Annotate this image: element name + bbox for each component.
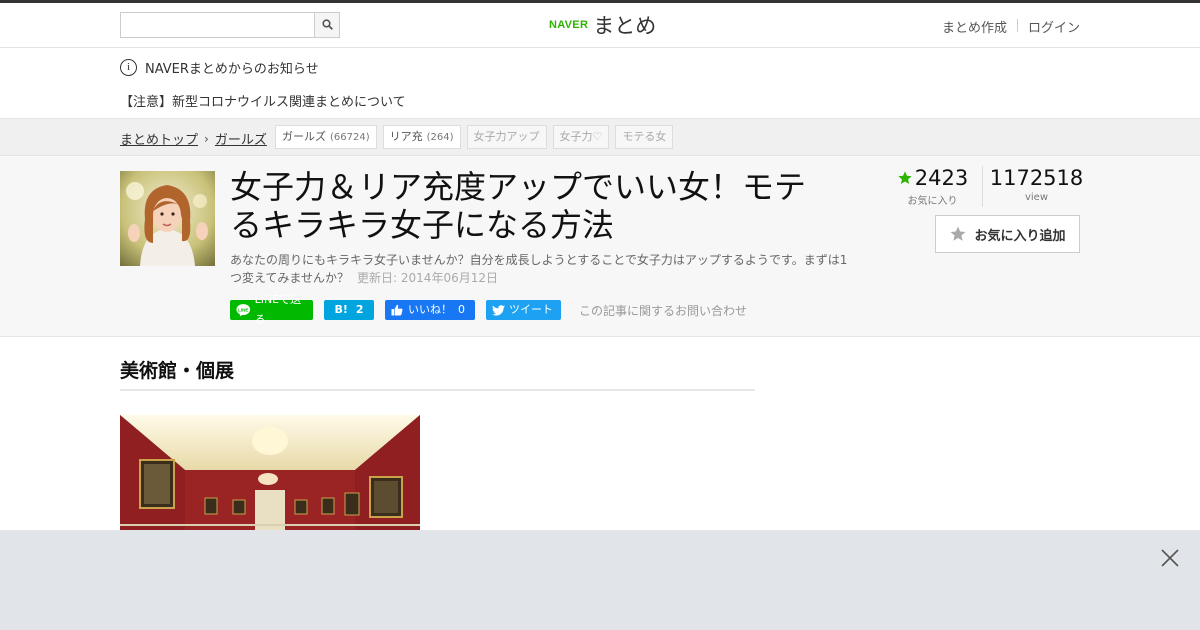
line-icon: LINE — [236, 304, 251, 317]
close-icon[interactable] — [1160, 548, 1180, 568]
site-header: NAVER まとめ まとめ作成 ログイン — [0, 3, 1200, 48]
line-share-button[interactable]: LINE LINEで送る — [230, 293, 313, 326]
login-link[interactable]: ログイン — [1018, 17, 1080, 36]
share-bar: LINE LINEで送る B! 2 いいね！ 0 ツイート この記事に関するお問… — [230, 293, 747, 326]
tag-count: (66724) — [330, 132, 370, 143]
favorites-count: 2423 — [914, 166, 969, 190]
notice-corona-link[interactable]: 【注意】新型コロナウイルス関連まとめについて — [120, 91, 406, 110]
article-description: あなたの周りにもキラキラ女子いませんか？自分を成長しようとすることで女子力はアッ… — [230, 251, 850, 287]
section-heading: 美術館・個展 — [120, 356, 755, 391]
views-count: 1172518 — [989, 166, 1084, 190]
breadcrumb-top[interactable]: まとめトップ — [120, 129, 198, 148]
logo-matome-text: まとめ — [593, 14, 657, 38]
views-label: view — [1024, 192, 1049, 203]
tag-label: モテる女 — [622, 130, 667, 143]
notice-info-text: NAVERまとめからのお知らせ — [145, 62, 319, 77]
add-favorite-button[interactable]: お気に入り追加 — [935, 215, 1080, 253]
tag-label: リア充 — [389, 130, 423, 143]
search-button[interactable] — [314, 13, 339, 37]
tweet-label: ツイート — [509, 303, 553, 316]
museum-image — [120, 415, 420, 535]
tag-item[interactable]: リア充 (264) — [382, 125, 461, 149]
hatena-icon: B! — [334, 303, 348, 316]
info-icon: i — [120, 59, 137, 76]
breadcrumb-bar: まとめトップ › ガールズ ガールズ (66724) リア充 (264) 女子力アッ… — [0, 118, 1200, 156]
tag-list: ガールズ (66724) リア充 (264) 女子力アップ 女子力♡ モテる女 — [275, 125, 679, 149]
twitter-bird-icon — [492, 304, 505, 316]
article-title: 女子力＆リア充度アップでいい女！モテるキラキラ女子になる方法 — [230, 168, 807, 244]
tag-label: ガールズ — [282, 130, 326, 143]
create-matome-link[interactable]: まとめ作成 — [932, 17, 1017, 36]
facebook-like-button[interactable]: いいね！ 0 — [385, 300, 475, 320]
tag-item[interactable]: モテる女 — [615, 125, 674, 149]
tag-label: 女子力♡ — [559, 130, 603, 143]
tag-item[interactable]: 女子力♡ — [552, 125, 610, 149]
breadcrumb: まとめトップ › ガールズ — [120, 129, 267, 149]
line-share-label: LINEで送る — [254, 293, 302, 326]
museum-photo[interactable] — [120, 415, 420, 535]
chevron-right-icon: › — [204, 131, 209, 146]
fb-like-label: いいね！ — [408, 303, 452, 316]
favorites-label: お気に入り — [907, 196, 958, 207]
description-text: あなたの周りにもキラキラ女子いませんか？自分を成長しようとすることで女子力はアッ… — [230, 253, 848, 285]
article-stats: 2423 お気に入り 1172518 view — [895, 166, 1084, 207]
thumbs-up-icon — [391, 304, 403, 316]
notice-info[interactable]: i NAVERまとめからのお知らせ — [120, 58, 319, 77]
article-header: 女子力＆リア充度アップでいい女！モテるキラキラ女子になる方法 あなたの周りにもキ… — [0, 156, 1200, 337]
tweet-button[interactable]: ツイート — [486, 300, 561, 320]
site-logo[interactable]: NAVER まとめ — [549, 11, 656, 39]
thumbnail-image — [120, 171, 215, 266]
logo-naver-text: NAVER — [549, 19, 589, 31]
article-thumbnail[interactable] — [120, 171, 215, 266]
tag-item[interactable]: ガールズ (66724) — [275, 125, 377, 149]
add-favorite-label: お気に入り追加 — [974, 228, 1066, 244]
tag-count: (264) — [426, 132, 454, 143]
star-icon — [898, 171, 912, 184]
search-icon — [322, 19, 333, 30]
hatena-bookmark-button[interactable]: B! 2 — [324, 300, 374, 320]
tag-label: 女子力アップ — [473, 130, 540, 143]
contact-link[interactable]: この記事に関するお問い合わせ — [579, 302, 747, 319]
favorites-stat: 2423 お気に入り — [895, 166, 970, 207]
svg-text:LINE: LINE — [238, 307, 248, 312]
breadcrumb-category[interactable]: ガールズ — [215, 129, 267, 148]
ad-overlay — [0, 530, 1200, 630]
star-outline-icon — [950, 226, 966, 241]
fb-like-count: 0 — [458, 303, 465, 316]
hatena-count: 2 — [355, 303, 364, 316]
views-stat: 1172518 view — [982, 166, 1084, 207]
tag-item[interactable]: 女子力アップ — [466, 125, 547, 149]
search-input[interactable] — [121, 13, 315, 37]
search-box — [120, 12, 340, 38]
header-links: まとめ作成 ログイン — [932, 17, 1080, 36]
updated-date: 更新日: 2014年06月12日 — [357, 271, 498, 285]
